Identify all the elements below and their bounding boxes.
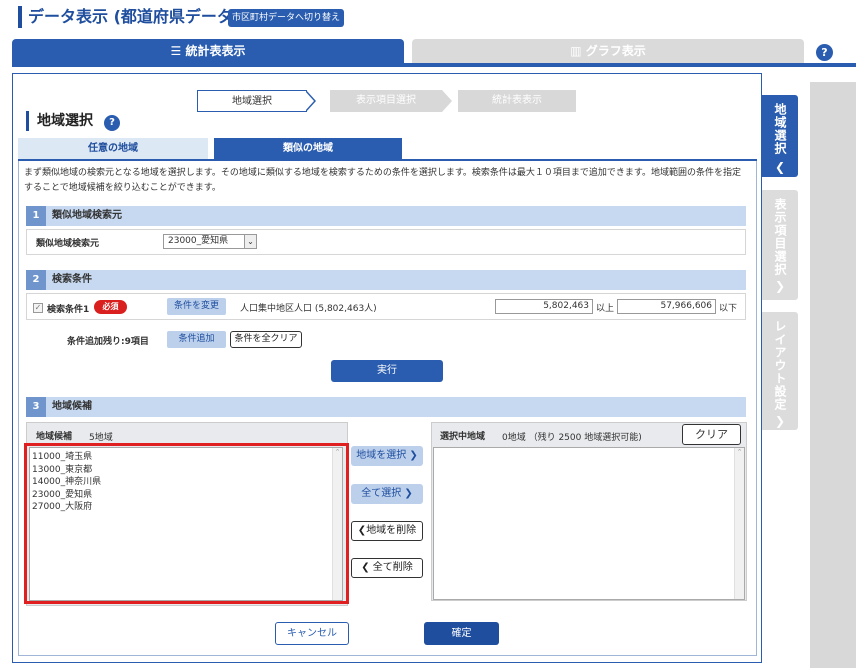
tab-any-region[interactable]: 任意の地域 [18,138,208,159]
step-stats-table: 統計表表示 [458,90,576,112]
cancel-button[interactable]: キャンセル [275,622,349,645]
section-number: 2 [26,270,46,290]
remove-all-button[interactable]: ❮ 全て削除 [351,558,423,578]
step-display-items: 表示項目選択 [330,90,442,112]
condition-text: 人口集中地区人口 (5,802,463人) [240,304,377,314]
chevron-right-icon: ❯ [409,450,418,461]
candidates-count: 5地域 [89,433,113,443]
search-source-row [26,229,746,255]
selected-regions-list[interactable]: ⌃ [433,447,745,600]
help-icon[interactable]: ? [816,44,833,61]
select-region-label: 地域を選択 [356,450,407,461]
scroll-up-icon: ⌃ [736,448,743,456]
side-tab-region-select[interactable]: 地域選択 ❮ [762,95,798,177]
section-header: 2 検索条件 [26,270,746,290]
min-value-field[interactable]: 5,802,463 [495,299,593,314]
chevron-right-icon: ❯ [774,279,786,293]
candidates-label: 地域候補 [36,432,73,442]
change-condition-button[interactable]: 条件を変更 [167,298,226,315]
tab-similar-region[interactable]: 類似の地域 [214,138,402,159]
confirm-button[interactable]: 確定 [424,622,499,645]
section-number: 1 [26,206,46,226]
tab-graph-label: グラフ表示 [585,44,646,58]
side-tab-label: レイアウト設定 [773,320,787,411]
side-tab-label: 表示項目選択 [773,198,787,276]
side-background [810,82,856,668]
step-arrow-inner [305,91,314,111]
clear-button[interactable]: クリア [682,424,741,445]
chevron-down-icon: ⌄ [244,235,256,248]
remaining-conditions-label: 条件追加残り:9項目 [67,337,149,347]
chevron-left-icon: ❮ [361,562,370,573]
section-header: 3 地域候補 [26,397,746,417]
search-source-label: 類似地域検索元 [36,239,100,249]
max-suffix: 以下 [719,304,738,314]
remove-region-label: 地域を削除 [366,525,417,536]
tab-underline [12,63,856,67]
required-badge: 必須 [94,300,127,314]
clear-all-conditions-button[interactable]: 条件を全クリア [230,331,302,348]
execute-button[interactable]: 実行 [331,360,443,382]
bar-chart-icon: ▥ [570,44,586,58]
page-title: データ表示 (都道府県データ) [18,6,240,28]
min-suffix: 以上 [596,304,615,314]
add-condition-button[interactable]: 条件追加 [167,331,226,348]
side-tab-display-items[interactable]: 表示項目選択 ❯ [762,190,798,300]
table-icon: ☰ [170,44,186,58]
step-region-select: 地域選択 [197,90,307,112]
chevron-left-icon: ❮ [774,160,786,174]
section-title: 地域候補 [52,401,92,412]
side-tab-layout[interactable]: レイアウト設定 ❯ [762,312,798,430]
select-all-label: 全て選択 [361,488,402,499]
select-region-button[interactable]: 地域を選択 ❯ [351,446,423,466]
section-title: 類似地域検索元 [52,210,122,221]
search-source-select[interactable]: 23000_愛知県 ⌄ [163,234,257,249]
section-title: 検索条件 [52,274,92,285]
chevron-right-icon: ❯ [774,414,786,428]
condition-label: 検索条件1 [47,305,90,315]
help-icon[interactable]: ? [104,115,120,131]
max-value-field[interactable]: 57,966,606 [617,299,716,314]
side-tab-label: 地域選択 [773,103,787,155]
selected-regions-label: 選択中地域 [440,432,486,442]
section-header: 1 類似地域検索元 [26,206,746,226]
tab-graph[interactable]: ▥ グラフ表示 [412,39,804,64]
description-text: まず類似地域の検索元となる地域を選択します。その地域に類似する地域を検索するため… [24,168,742,193]
chevron-left-icon: ❮ [357,525,367,536]
switch-to-municipality-button[interactable]: 市区町村データへ切り替え [228,9,345,27]
condition-checkbox[interactable]: ✓ [33,303,43,313]
step-arrow [442,90,452,112]
search-source-value: 23000_愛知県 [168,236,229,246]
remove-region-button[interactable]: ❮地域を削除 [351,521,423,541]
section-number: 3 [26,397,46,417]
select-all-button[interactable]: 全て選択 ❯ [351,484,423,504]
highlight-frame [24,443,349,604]
tab-stats-table[interactable]: ☰ 統計表表示 [12,39,404,64]
subtab-underline [18,159,757,161]
tab-stats-label: 統計表表示 [185,44,246,58]
region-select-heading: 地域選択 [26,111,93,131]
chevron-right-icon: ❯ [404,488,413,499]
scrollbar[interactable]: ⌃ [734,448,744,599]
remove-all-label: 全て削除 [372,562,413,573]
selected-regions-info: 0地域 （残り 2500 地域選択可能) [502,433,642,443]
